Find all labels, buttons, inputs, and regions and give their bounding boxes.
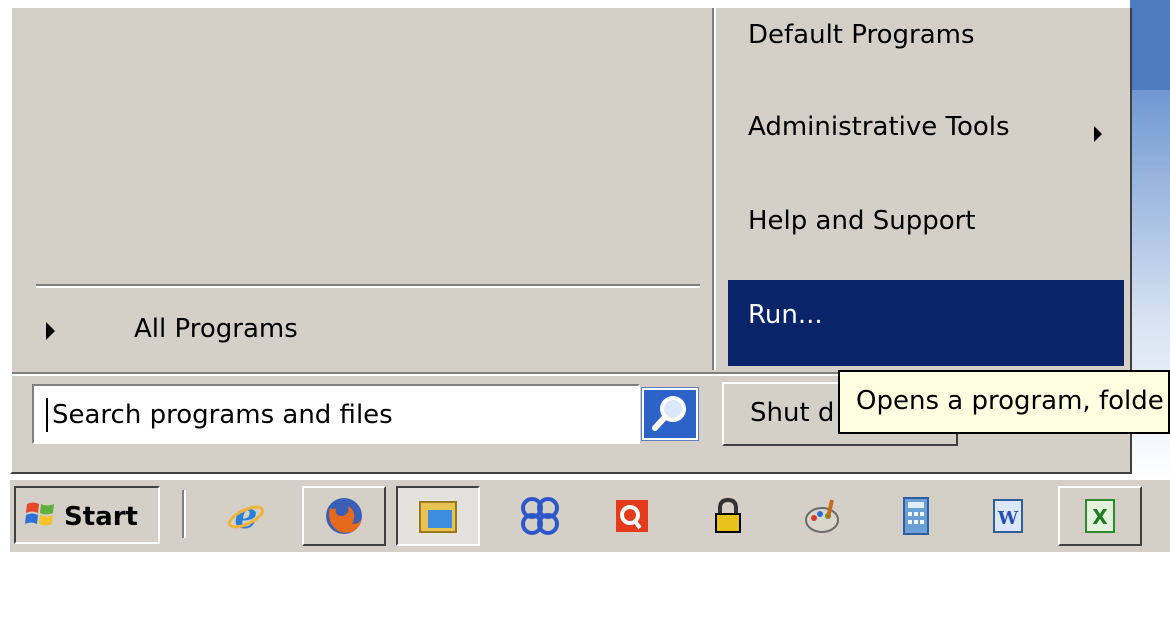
search-placeholder: Search programs and files [52, 400, 393, 430]
expand-arrow-icon [46, 322, 55, 340]
run-label: Run... [748, 300, 823, 330]
calculator-icon [903, 497, 929, 535]
file-manager-icon [419, 501, 457, 533]
calculator-button[interactable] [874, 486, 958, 546]
paint-icon [805, 499, 839, 533]
all-programs-label: All Programs [134, 314, 298, 344]
internet-explorer-button[interactable]: e [204, 486, 288, 546]
internet-explorer-icon: e [227, 496, 265, 536]
word-icon: W [993, 499, 1023, 533]
firefox-icon [326, 498, 362, 534]
text-caret [46, 398, 48, 432]
lock-button[interactable] [686, 486, 770, 546]
search-button[interactable] [641, 387, 699, 441]
default-programs-item[interactable]: Default Programs [728, 0, 1124, 84]
excel-icon: X [1085, 499, 1115, 533]
file-manager-button[interactable] [396, 486, 480, 546]
start-button[interactable]: Start [14, 486, 160, 544]
shut-down-label: Shut d [750, 398, 835, 428]
blue-loops-button[interactable] [498, 486, 582, 546]
blue-loops-icon [521, 497, 559, 535]
administrative-tools-label: Administrative Tools [748, 112, 1010, 142]
search-input[interactable]: Search programs and files [32, 384, 640, 444]
svg-text:W: W [997, 508, 1019, 529]
pane-divider [712, 8, 716, 370]
start-label: Start [64, 502, 138, 532]
firefox-button[interactable] [302, 486, 386, 546]
run-item[interactable]: Run... [728, 280, 1124, 366]
run-tooltip: Opens a program, folde [838, 370, 1170, 434]
search-icon [652, 396, 686, 431]
red-q-icon [616, 500, 648, 532]
submenu-arrow-icon [1094, 126, 1102, 142]
windows-logo-icon [25, 502, 54, 526]
help-and-support-label: Help and Support [748, 206, 976, 236]
lock-icon [715, 497, 741, 533]
excel-button[interactable]: X [1058, 486, 1142, 546]
tooltip-text: Opens a program, folde [856, 386, 1164, 416]
word-button[interactable]: W [966, 486, 1050, 546]
all-programs-item[interactable]: All Programs [20, 300, 700, 364]
administrative-tools-item[interactable]: Administrative Tools [728, 92, 1124, 176]
bottom-whitespace [0, 552, 1170, 620]
paint-button[interactable] [782, 486, 866, 546]
taskbar-grip[interactable] [182, 490, 186, 538]
svg-text:e: e [235, 496, 258, 536]
default-programs-label: Default Programs [748, 20, 975, 50]
help-and-support-item[interactable]: Help and Support [728, 186, 1124, 270]
red-q-button[interactable] [590, 486, 674, 546]
left-pane-separator [36, 284, 700, 288]
svg-text:X: X [1092, 505, 1108, 529]
